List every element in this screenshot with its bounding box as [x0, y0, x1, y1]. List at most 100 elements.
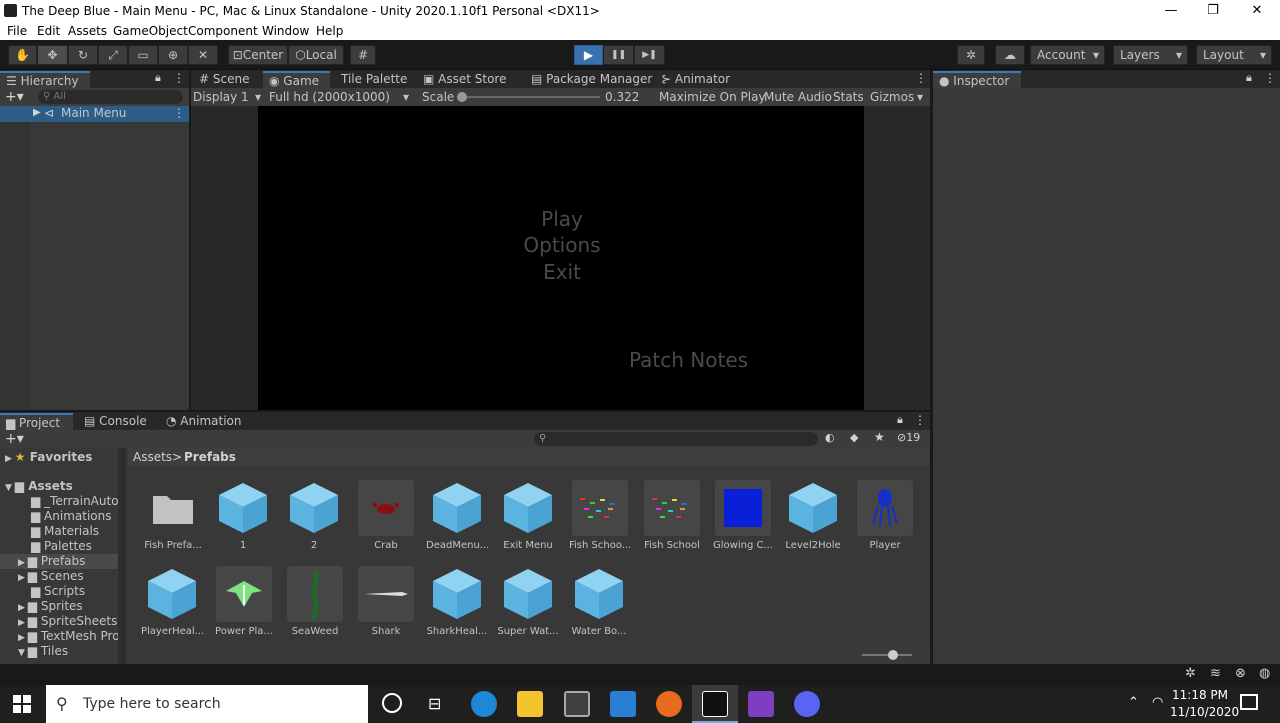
asset-item[interactable]: 1 [212, 480, 274, 551]
menu-file[interactable]: File [7, 24, 27, 38]
hierarchy-row-main-menu[interactable]: ▶ ⊲ Main Menu ⋮ [0, 106, 189, 122]
cloud-icon[interactable]: ☁ [995, 45, 1025, 65]
store-icon[interactable] [564, 691, 590, 717]
clock-time[interactable]: 11:18 PM [1172, 688, 1228, 702]
tab-animator[interactable]: ⊱ Animator [655, 71, 736, 88]
hand-tool-icon[interactable]: ✋ [8, 45, 37, 65]
asset-item[interactable]: Exit Menu [497, 480, 559, 551]
rect-tool-icon[interactable]: ▭ [128, 45, 158, 65]
tab-hierarchy[interactable]: ☰ Hierarchy [0, 71, 90, 88]
menu-edit[interactable]: Edit [37, 24, 60, 38]
menu-component[interactable]: Component [188, 24, 258, 38]
tab-package-manager[interactable]: ▤ Package Manager [525, 71, 658, 88]
wifi-icon[interactable]: ◠ [1152, 695, 1163, 710]
scale-slider-thumb[interactable] [457, 92, 467, 102]
icon-size-slider-track[interactable] [862, 654, 912, 656]
cortana-icon[interactable] [382, 693, 402, 713]
step-button[interactable]: ▶❚ [634, 45, 665, 65]
folder-item[interactable]: ▶ ▆ Scenes [18, 569, 84, 584]
grid-snap-icon[interactable]: # [350, 45, 376, 65]
menu-gameobject[interactable]: GameObject [113, 24, 188, 38]
gizmos-dropdown[interactable]: Gizmos ▾ [870, 88, 928, 106]
pivot-center-button[interactable]: ⊡Center [228, 45, 288, 65]
task-view-icon[interactable]: ⊟ [428, 694, 441, 713]
create-dropdown-icon[interactable]: +▾ [5, 430, 24, 448]
favorites-node[interactable]: ▶ ★ Favorites [5, 450, 92, 465]
discord-icon[interactable] [794, 691, 820, 717]
asset-item[interactable]: PlayerHeal... [141, 566, 203, 637]
tab-asset-store[interactable]: ▣ Asset Store [417, 71, 513, 88]
asset-item[interactable]: 2 [283, 480, 345, 551]
layout-dropdown[interactable]: Layout ▾ [1196, 45, 1272, 65]
mute-audio-toggle[interactable]: Mute Audio [764, 88, 832, 106]
lock-icon[interactable]: 🔒︎ [1246, 71, 1252, 85]
asset-item[interactable]: Glowing C... [712, 480, 774, 551]
rotate-tool-icon[interactable]: ↻ [68, 45, 98, 65]
pause-button[interactable]: ❚❚ [603, 45, 634, 65]
kebab-menu-icon[interactable]: ⋮ [173, 71, 185, 85]
move-tool-icon[interactable]: ✥ [37, 45, 68, 65]
clock-date[interactable]: 11/10/2020 [1170, 705, 1239, 719]
folder-item[interactable]: ▆ _TerrainAutol [31, 494, 122, 509]
folder-item[interactable]: ▆ Animations [31, 509, 111, 524]
hierarchy-search-input[interactable]: ⚲ All [38, 90, 183, 104]
auto-generate-lighting-icon[interactable]: ⊗ [1235, 666, 1246, 681]
firefox-icon[interactable] [656, 691, 682, 717]
file-explorer-icon[interactable] [517, 691, 543, 717]
folder-item-selected[interactable]: ▶ ▆ Prefabs [0, 554, 118, 569]
game-viewport[interactable]: Play Options Exit Patch Notes [258, 106, 864, 410]
display-dropdown[interactable]: Display 1 ▾ [193, 88, 265, 106]
assets-node[interactable]: ▼ ▆ Assets [5, 479, 73, 494]
custom-tool-icon[interactable]: ✕ [188, 45, 218, 65]
asset-item[interactable]: Fish Prefa... [142, 480, 204, 551]
asset-item[interactable]: DeadMenu... [426, 480, 488, 551]
asset-item[interactable]: SharkHeal... [426, 566, 488, 637]
menu-assets[interactable]: Assets [68, 24, 107, 38]
tab-inspector[interactable]: ● Inspector [933, 71, 1021, 88]
kebab-menu-icon[interactable]: ⋮ [1264, 71, 1276, 85]
folder-item[interactable]: ▼ ▆ Tiles [18, 644, 68, 659]
lock-icon[interactable]: 🔒︎ [897, 413, 903, 427]
asset-item[interactable]: Power Pla... [213, 566, 275, 637]
kebab-menu-icon[interactable]: ⋮ [915, 71, 927, 85]
layers-dropdown[interactable]: Layers ▾ [1113, 45, 1188, 65]
folder-item[interactable]: ▶ ▆ Sprites [18, 599, 83, 614]
menu-window[interactable]: Window [262, 24, 309, 38]
filter-by-type-icon[interactable]: ◐ [825, 431, 835, 444]
minimize-button[interactable]: — [1148, 2, 1194, 20]
asset-item[interactable]: Shark [355, 566, 417, 637]
collab-icon[interactable]: ✲ [957, 45, 985, 65]
folder-item[interactable]: ▆ Materials [31, 524, 99, 539]
tab-animation[interactable]: ◔ Animation [160, 413, 247, 430]
filter-by-label-icon[interactable]: ◆ [850, 431, 858, 444]
hidden-packages-icon[interactable]: ⊘19 [897, 431, 920, 444]
chevron-up-icon[interactable]: ⌃ [1128, 695, 1139, 710]
expand-arrow-icon[interactable]: ▶ [33, 107, 41, 118]
unity-taskbar-button[interactable] [692, 685, 738, 723]
breadcrumb-prefabs[interactable]: Prefabs [184, 448, 236, 466]
mail-icon[interactable] [610, 691, 636, 717]
asset-item[interactable]: Water Bo... [568, 566, 630, 637]
kebab-menu-icon[interactable]: ⋮ [173, 106, 185, 120]
resolution-dropdown[interactable]: Full hd (2000x1000) ▾ [269, 88, 414, 106]
tab-project[interactable]: ▆ Project [0, 413, 73, 430]
icon-size-slider-thumb[interactable] [888, 650, 898, 660]
asset-item[interactable]: Fish Schoo... [569, 480, 631, 551]
kebab-menu-icon[interactable]: ⋮ [914, 413, 926, 427]
progress-spinner-icon[interactable]: ◍ [1259, 666, 1270, 681]
windows-start-icon[interactable] [13, 695, 31, 713]
close-button[interactable]: ✕ [1234, 2, 1280, 20]
scale-slider-track[interactable] [460, 96, 600, 98]
tab-console[interactable]: ▤ Console [78, 413, 153, 430]
tab-game[interactable]: ◉ Game [263, 71, 330, 88]
menu-help[interactable]: Help [316, 24, 343, 38]
edge-browser-icon[interactable] [471, 691, 497, 717]
account-dropdown[interactable]: Account ▾ [1030, 45, 1105, 65]
layers-stack-icon[interactable]: ≋ [1210, 666, 1221, 681]
folder-item[interactable]: ▆ Palettes [31, 539, 92, 554]
bug-icon[interactable]: ✲ [1185, 666, 1196, 681]
transform-tool-icon[interactable]: ⊕ [158, 45, 188, 65]
project-search-input[interactable]: ⚲ [534, 432, 818, 446]
asset-item[interactable]: Player [854, 480, 916, 551]
asset-item[interactable]: SeaWeed [284, 566, 346, 637]
